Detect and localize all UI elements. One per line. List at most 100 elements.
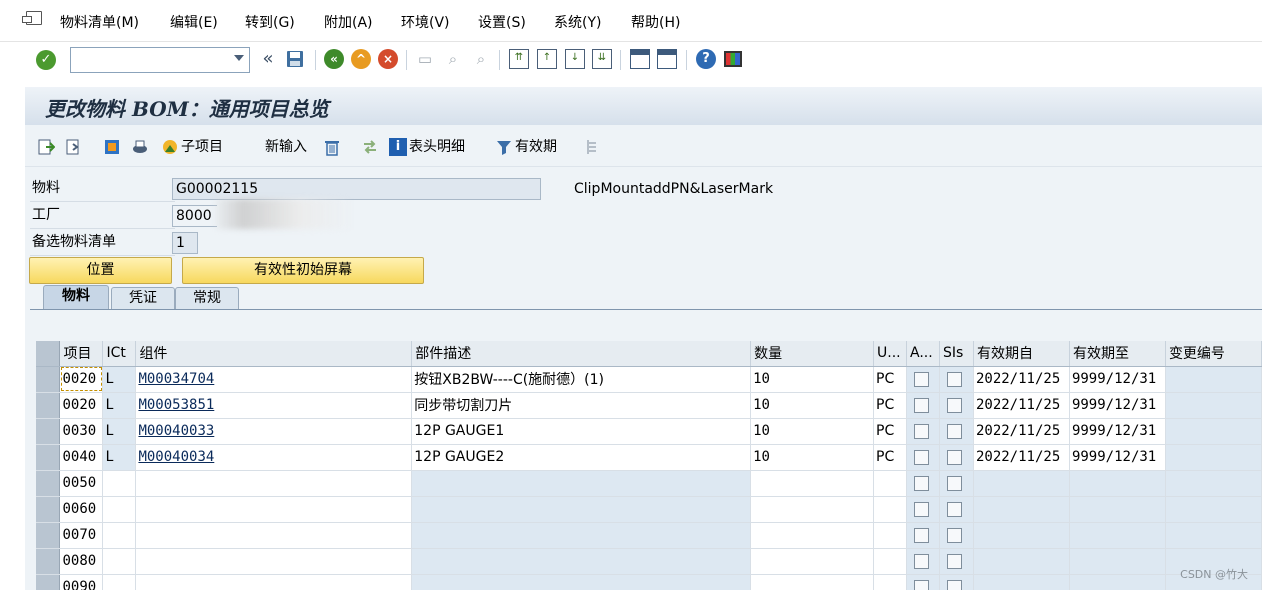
delete-icon[interactable] [323, 137, 343, 157]
ict-cell[interactable] [102, 496, 137, 523]
menu-system[interactable]: 系统(Y) [554, 12, 601, 32]
find-icon[interactable]: ⌕ [443, 49, 463, 69]
row-selector[interactable] [36, 522, 61, 549]
previous-page-icon[interactable]: ↑ [537, 49, 557, 69]
sis-checkbox-cell[interactable] [939, 496, 974, 523]
valid-from-cell[interactable] [973, 574, 1070, 590]
item-cell[interactable]: 0070 [59, 522, 104, 549]
header-detail-button[interactable]: i 表头明细 [389, 137, 465, 157]
valid-from-cell[interactable] [973, 522, 1070, 549]
next-page-icon[interactable]: ↓ [565, 49, 585, 69]
select-all-header[interactable] [36, 341, 61, 367]
item-cell[interactable]: 0050 [59, 470, 104, 497]
a-checkbox-cell[interactable] [906, 522, 940, 549]
sis-checkbox-cell[interactable] [939, 392, 974, 419]
quantity-cell[interactable]: 10 [750, 418, 875, 445]
description-cell[interactable]: 12P GAUGE1 [411, 418, 752, 445]
component-cell[interactable]: M00034704 [135, 366, 413, 393]
component-cell[interactable] [135, 496, 413, 523]
description-cell[interactable] [411, 496, 752, 523]
ict-cell[interactable] [102, 470, 137, 497]
component-cell[interactable] [135, 470, 413, 497]
unit-cell[interactable]: PC [873, 392, 907, 419]
subitem-button[interactable]: 子项目 [161, 137, 223, 157]
col-header-valid-from[interactable]: 有效期自 [973, 341, 1070, 367]
menu-icon[interactable] [22, 11, 42, 25]
unit-cell[interactable]: PC [873, 444, 907, 471]
sis-checkbox-cell[interactable] [939, 418, 974, 445]
enter-check-icon[interactable]: ✓ [36, 50, 56, 70]
last-page-icon[interactable]: ⇊ [592, 49, 612, 69]
next-object-icon[interactable] [65, 137, 85, 157]
ict-cell[interactable] [102, 574, 137, 590]
menu-bom[interactable]: 物料清单(M) [60, 12, 139, 32]
dropdown-arrow-icon[interactable] [234, 55, 244, 61]
menu-environment[interactable]: 环境(V) [401, 12, 450, 32]
quantity-cell[interactable]: 10 [750, 392, 875, 419]
ict-cell[interactable] [102, 522, 137, 549]
item-cell[interactable]: 0020 [59, 366, 104, 393]
checkbox[interactable] [914, 527, 929, 543]
menu-settings[interactable]: 设置(S) [478, 12, 526, 32]
checkbox[interactable] [946, 371, 962, 387]
valid-to-cell[interactable] [1069, 522, 1166, 549]
change-number-cell[interactable] [1165, 522, 1262, 549]
component-cell[interactable]: M00040033 [135, 418, 413, 445]
item-cell[interactable]: 0020 [59, 392, 104, 419]
tab-material[interactable]: 物料 [43, 285, 109, 309]
col-header-description[interactable]: 部件描述 [411, 341, 752, 367]
a-checkbox-cell[interactable] [906, 366, 940, 393]
item-cell[interactable]: 0060 [59, 496, 104, 523]
valid-to-cell[interactable] [1069, 470, 1166, 497]
col-header-ict[interactable]: ICt [102, 341, 137, 367]
ict-cell[interactable]: L [102, 392, 137, 419]
valid-from-cell[interactable]: 2022/11/25 [973, 418, 1070, 445]
component-cell[interactable]: M00053851 [135, 392, 413, 419]
row-selector[interactable] [36, 418, 61, 445]
change-number-cell[interactable] [1165, 392, 1262, 419]
quantity-cell[interactable]: 10 [750, 366, 875, 393]
checkbox[interactable] [946, 527, 962, 543]
menu-edit[interactable]: 编辑(E) [170, 12, 218, 32]
component-link[interactable]: M00034704 [138, 371, 214, 387]
checkbox[interactable] [914, 423, 929, 439]
unit-cell[interactable]: PC [873, 418, 907, 445]
menu-help[interactable]: 帮助(H) [631, 12, 680, 32]
unit-cell[interactable] [873, 548, 907, 575]
find-next-icon[interactable]: ⌕ [471, 49, 491, 69]
component-cell[interactable] [135, 522, 413, 549]
sis-checkbox-cell[interactable] [939, 470, 974, 497]
help-icon[interactable]: ? [696, 49, 716, 69]
checkbox[interactable] [914, 501, 929, 517]
checkbox[interactable] [946, 553, 962, 569]
col-header-sis[interactable]: SIs [939, 341, 974, 367]
sis-checkbox-cell[interactable] [939, 444, 974, 471]
component-link[interactable]: M00053851 [138, 397, 214, 413]
component-link[interactable]: M00040034 [138, 449, 214, 465]
valid-from-cell[interactable] [973, 548, 1070, 575]
checkbox[interactable] [946, 501, 962, 517]
a-checkbox-cell[interactable] [906, 496, 940, 523]
checkbox[interactable] [946, 579, 962, 590]
sis-checkbox-cell[interactable] [939, 574, 974, 590]
customize-layout-icon[interactable] [724, 51, 742, 67]
bom-print-icon[interactable] [131, 137, 151, 157]
unit-cell[interactable]: PC [873, 366, 907, 393]
position-button[interactable]: 位置 [29, 257, 172, 284]
checkbox[interactable] [914, 475, 929, 491]
change-number-cell[interactable] [1165, 444, 1262, 471]
unit-cell[interactable] [873, 496, 907, 523]
col-header-component[interactable]: 组件 [135, 341, 413, 367]
valid-to-cell[interactable]: 9999/12/31 [1069, 444, 1166, 471]
validity-button[interactable]: 有效期 [495, 137, 557, 157]
row-selector[interactable] [36, 444, 61, 471]
tab-general[interactable]: 常规 [175, 287, 239, 309]
component-cell[interactable] [135, 574, 413, 590]
description-cell[interactable]: 同步带切割刀片 [411, 392, 752, 419]
checkbox[interactable] [946, 423, 962, 439]
checkbox[interactable] [946, 397, 962, 413]
other-bom-icon[interactable] [103, 137, 123, 157]
valid-to-cell[interactable] [1069, 574, 1166, 590]
sis-checkbox-cell[interactable] [939, 366, 974, 393]
ict-cell[interactable]: L [102, 444, 137, 471]
